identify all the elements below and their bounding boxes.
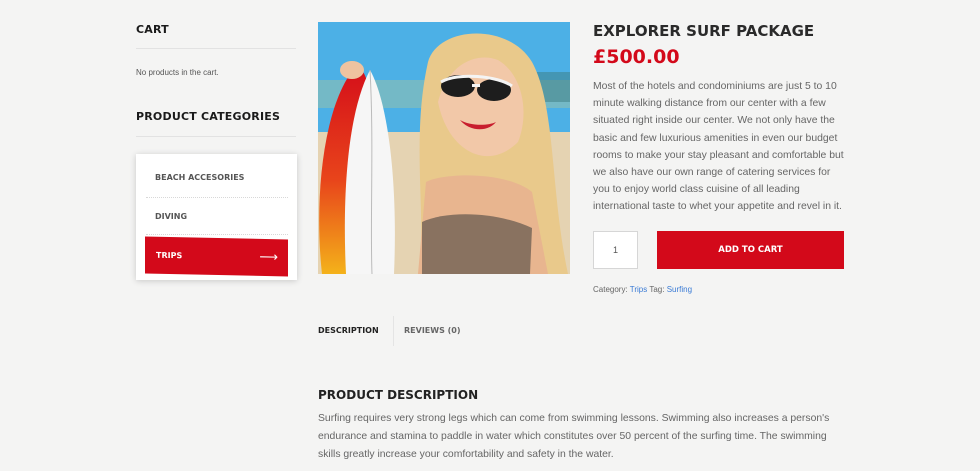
surfer-photo xyxy=(318,22,570,274)
product-description-title: PRODUCT DESCRIPTION xyxy=(318,388,479,402)
tab-reviews[interactable]: REVIEWS (0) xyxy=(404,316,461,346)
category-beach-accesories[interactable]: BEACH ACCESORIES xyxy=(155,173,244,182)
product-title: EXPLORER SURF PACKAGE xyxy=(593,22,815,40)
categories-list: BEACH ACCESORIES DIVING TRIPS ⟶ xyxy=(136,154,297,280)
tab-description[interactable]: DESCRIPTION xyxy=(318,316,394,346)
category-separator xyxy=(146,234,288,235)
category-label: Category: xyxy=(593,285,628,294)
cart-empty-message: No products in the cart. xyxy=(136,68,219,77)
tag-label: Tag: xyxy=(649,285,665,294)
product-description-text: Surfing requires very strong legs which … xyxy=(318,413,830,460)
category-separator xyxy=(146,197,288,198)
product-meta: Category: Trips Tag: Surfing xyxy=(593,285,692,294)
cart-divider xyxy=(136,48,296,49)
category-link[interactable]: Trips xyxy=(630,285,647,294)
product-image[interactable] xyxy=(318,22,570,274)
arrow-right-icon: ⟶ xyxy=(259,248,278,265)
category-diving[interactable]: DIVING xyxy=(155,212,187,221)
product-price: £500.00 xyxy=(593,46,680,68)
product-short-description: Most of the hotels and condominiums are … xyxy=(593,81,844,213)
category-trips[interactable]: TRIPS ⟶ xyxy=(145,236,288,277)
categories-divider xyxy=(136,136,296,137)
tag-link[interactable]: Surfing xyxy=(667,285,692,294)
add-to-cart-button[interactable]: ADD TO CART xyxy=(657,231,844,269)
cart-title: CART xyxy=(136,23,169,36)
product-categories-title: PRODUCT CATEGORIES xyxy=(136,110,281,123)
category-trips-label: TRIPS xyxy=(156,250,183,261)
quantity-input[interactable]: 1 xyxy=(593,231,638,269)
